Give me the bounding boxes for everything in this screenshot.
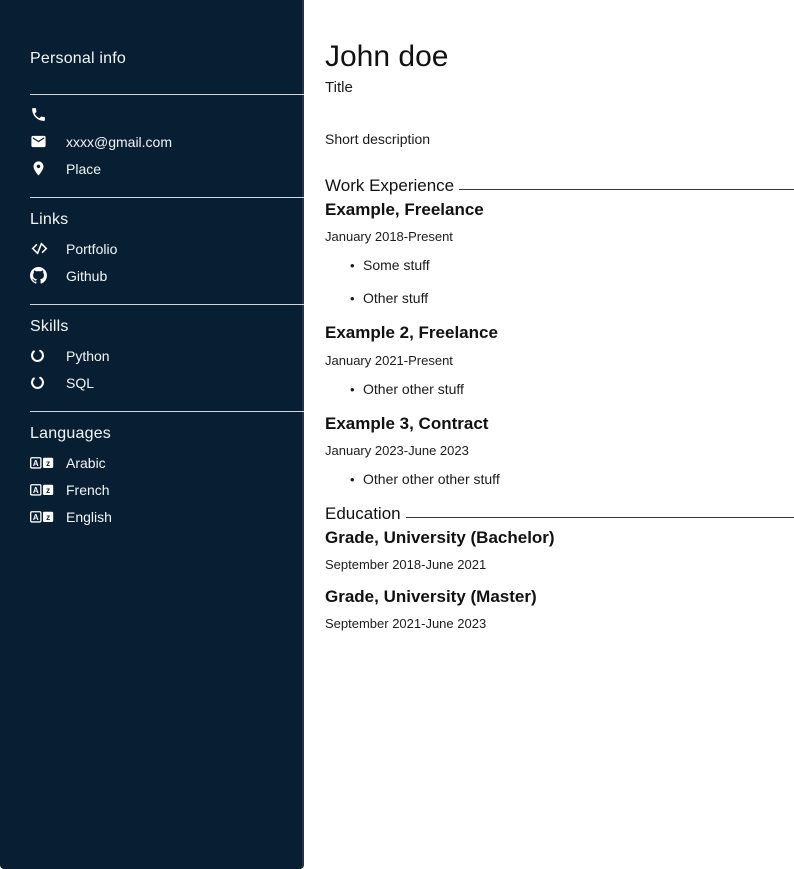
- languages-heading: Languages: [30, 425, 304, 443]
- links-heading: Links: [30, 211, 304, 229]
- bullet-list: Other other stuff: [325, 380, 794, 399]
- languages-list: Az Arabic Az French Az English: [30, 453, 304, 526]
- contact-label: xxxx@gmail.com: [66, 134, 172, 150]
- entry-title: Example 2, Freelance: [325, 322, 794, 343]
- skill-label: Python: [66, 348, 110, 364]
- language-item: Az English: [30, 507, 304, 526]
- svg-text:z: z: [46, 486, 50, 495]
- svg-text:z: z: [46, 513, 50, 522]
- language-item: Az French: [30, 480, 304, 499]
- personal-info-heading: Personal info: [30, 50, 304, 68]
- entry-title: Example, Freelance: [325, 199, 794, 220]
- github-icon: [30, 267, 54, 284]
- work-entry: Example, Freelance January 2018-Present …: [325, 199, 794, 308]
- contact-label: Place: [66, 161, 101, 177]
- sidebar: Personal info xxxx@gmail.com Place: [0, 0, 304, 869]
- entry-date: January 2023-June 2023: [325, 443, 794, 458]
- phone-icon: [30, 106, 54, 123]
- education-entry: Grade, University (Master) September 202…: [325, 586, 794, 631]
- entry-title: Grade, University (Master): [325, 586, 794, 607]
- work-entry: Example 2, Freelance January 2021-Presen…: [325, 322, 794, 398]
- sidebar-divider: [30, 411, 304, 412]
- education-heading: Education: [325, 503, 401, 525]
- skill-item: Python: [30, 346, 304, 365]
- language-icon: Az: [30, 483, 54, 497]
- entry-date: September 2018-June 2021: [325, 557, 794, 572]
- short-description: Short description: [325, 131, 794, 147]
- link-item[interactable]: Github: [30, 266, 304, 285]
- contact-item: [30, 105, 304, 124]
- circle-notch-icon: [30, 348, 54, 363]
- contact-list: xxxx@gmail.com Place: [30, 105, 304, 178]
- entry-title: Grade, University (Bachelor): [325, 527, 794, 548]
- skills-heading: Skills: [30, 318, 304, 336]
- language-label: English: [66, 509, 112, 525]
- bullet-item: Some stuff: [350, 256, 794, 275]
- person-name: John doe: [325, 40, 794, 73]
- contact-item: xxxx@gmail.com: [30, 132, 304, 151]
- link-item[interactable]: Portfolio: [30, 239, 304, 258]
- work-entry: Example 3, Contract January 2023-June 20…: [325, 413, 794, 489]
- education-entry: Grade, University (Bachelor) September 2…: [325, 527, 794, 572]
- language-icon: Az: [30, 456, 54, 470]
- bullet-item: Other other other stuff: [350, 470, 794, 489]
- entry-date: January 2021-Present: [325, 353, 794, 368]
- work-experience-heading: Work Experience: [325, 175, 454, 197]
- main-content: John doe Title Short description Work Ex…: [304, 0, 794, 869]
- skill-label: SQL: [66, 375, 94, 391]
- contact-item: Place: [30, 159, 304, 178]
- work-entries: Example, Freelance January 2018-Present …: [325, 199, 794, 489]
- circle-notch-icon: [30, 375, 54, 390]
- svg-text:z: z: [46, 459, 50, 468]
- bullet-list: Other other other stuff: [325, 470, 794, 489]
- skill-item: SQL: [30, 373, 304, 392]
- section-rule: [459, 189, 794, 190]
- sidebar-divider: [30, 94, 304, 95]
- section-rule: [406, 517, 794, 518]
- language-label: French: [66, 482, 110, 498]
- work-experience-header: Work Experience: [325, 175, 794, 197]
- bullet-item: Other other stuff: [350, 380, 794, 399]
- entry-title: Example 3, Contract: [325, 413, 794, 434]
- education-header: Education: [325, 503, 794, 525]
- language-item: Az Arabic: [30, 453, 304, 472]
- person-title: Title: [325, 79, 794, 96]
- sidebar-divider: [30, 304, 304, 305]
- sidebar-divider: [30, 197, 304, 198]
- entry-date: September 2021-June 2023: [325, 616, 794, 631]
- education-entries: Grade, University (Bachelor) September 2…: [325, 527, 794, 632]
- envelope-icon: [30, 133, 54, 150]
- link-label[interactable]: Portfolio: [66, 241, 117, 257]
- svg-text:A: A: [33, 459, 39, 468]
- language-label: Arabic: [66, 455, 106, 471]
- entry-date: January 2018-Present: [325, 229, 794, 244]
- bullet-item: Other stuff: [350, 289, 794, 308]
- bullet-list: Some stuff Other stuff: [325, 256, 794, 308]
- map-marker-icon: [30, 160, 54, 177]
- resume-page: Personal info xxxx@gmail.com Place: [0, 0, 794, 869]
- language-icon: Az: [30, 510, 54, 524]
- svg-text:A: A: [33, 486, 39, 495]
- svg-text:A: A: [33, 513, 39, 522]
- code-icon: [30, 239, 54, 258]
- skills-list: Python SQL: [30, 346, 304, 392]
- link-label[interactable]: Github: [66, 268, 107, 284]
- links-list: Portfolio Github: [30, 239, 304, 285]
